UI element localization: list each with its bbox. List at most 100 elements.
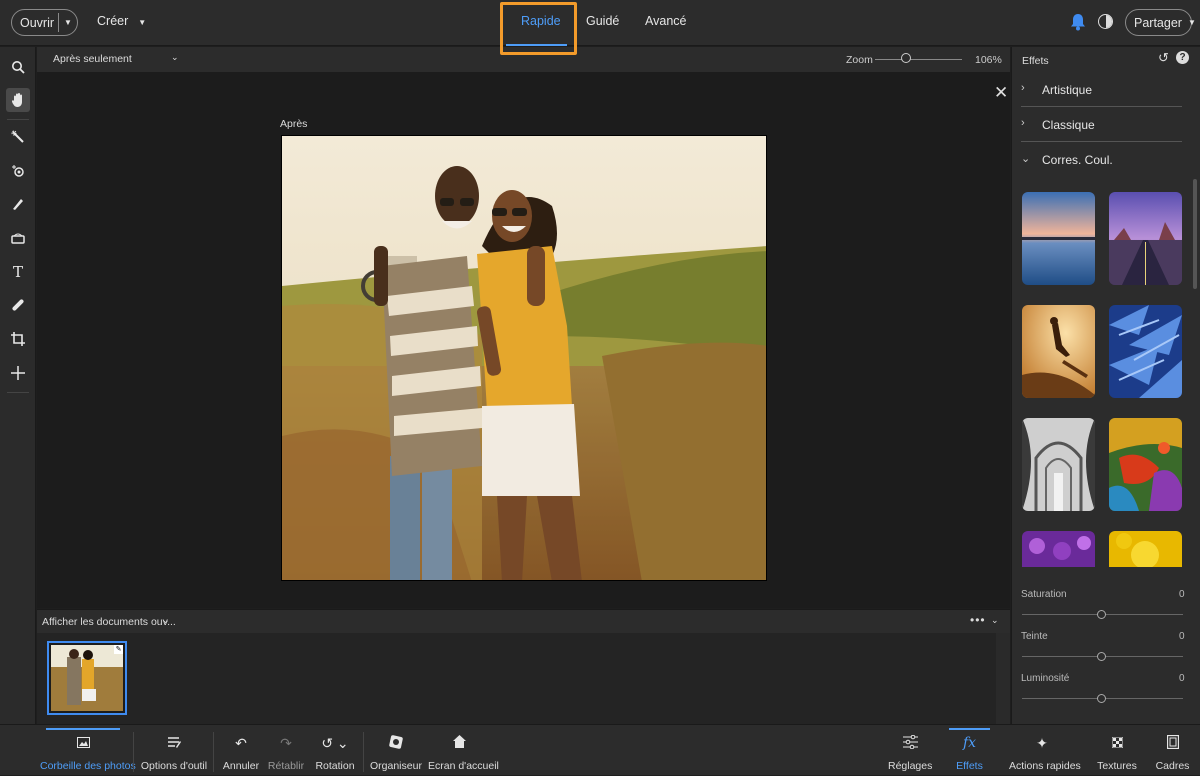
open-documents-select[interactable]: Afficher les documents ouv... <box>42 616 176 628</box>
category-corres-coul[interactable]: ⌄ Corres. Coul. <box>1021 143 1182 177</box>
whiten-teeth-icon[interactable] <box>6 192 30 216</box>
zoom-slider[interactable] <box>875 59 962 60</box>
effects-label: Effets <box>956 760 983 772</box>
brightness-slider-handle[interactable] <box>1097 694 1106 703</box>
bottom-divider <box>213 732 214 772</box>
sponge-icon[interactable] <box>6 226 30 250</box>
create-dropdown-icon[interactable]: ▼ <box>138 18 146 27</box>
collapse-icon[interactable]: ⌄ <box>991 615 999 626</box>
effect-desert-road[interactable] <box>1109 192 1182 285</box>
effect-blue-feathers[interactable] <box>1109 305 1182 398</box>
top-bar: Ouvrir ▼ Créer ▼ Rapide Guidé Avancé Part… <box>0 0 1200 55</box>
open-button-label[interactable]: Ouvrir <box>12 16 58 30</box>
effect-purple-flowers[interactable] <box>1022 531 1095 567</box>
share-dropdown-icon[interactable]: ▼ <box>1188 18 1196 27</box>
saturation-slider-handle[interactable] <box>1097 610 1106 619</box>
photo-thumbnail[interactable]: ✎ <box>47 641 127 715</box>
spot-healing-icon[interactable] <box>6 293 30 317</box>
undo-button[interactable]: ↶ Annuler <box>222 725 260 776</box>
create-menu-label[interactable]: Créer <box>97 14 128 28</box>
open-dropdown-icon[interactable]: ▼ <box>59 18 77 27</box>
share-button[interactable]: Partager ▼ <box>1125 9 1196 36</box>
zoom-slider-handle[interactable] <box>901 53 912 63</box>
category-classique[interactable]: › Classique <box>1021 108 1182 142</box>
crop-icon[interactable] <box>6 327 30 351</box>
quick-selection-icon[interactable] <box>6 125 30 149</box>
tool-divider <box>7 392 29 393</box>
brightness-value: 0 <box>1179 673 1185 684</box>
category-label: Artistique <box>1042 83 1093 97</box>
effect-yellow-flower[interactable] <box>1109 531 1182 567</box>
tab-avance[interactable]: Avancé <box>645 14 686 28</box>
effect-skateboarder[interactable] <box>1022 305 1095 398</box>
bell-icon[interactable] <box>1070 13 1086 31</box>
rotate-icon: ↺ ⌄ <box>321 735 349 751</box>
reset-icon[interactable]: ↺ <box>1158 50 1169 66</box>
chevron-right-icon: › <box>1021 82 1025 94</box>
photo-bin: ✎ <box>37 633 1010 724</box>
chevron-down-icon[interactable]: ⌄ <box>171 52 179 63</box>
tool-options-button[interactable]: Options d'outil <box>140 725 208 776</box>
bottom-divider <box>363 732 364 772</box>
effects-panel: Effets ↺ ? › Artistique › Classique ⌄ Co… <box>1011 47 1200 725</box>
hue-slider-handle[interactable] <box>1097 652 1106 661</box>
tool-bar: T <box>0 47 36 725</box>
more-options-icon[interactable]: ••• <box>970 613 986 627</box>
organizer-label: Organiseur <box>370 760 422 772</box>
adjustments-label: Réglages <box>888 760 933 772</box>
view-select-value[interactable]: Après seulement <box>53 53 132 65</box>
chevron-right-icon: › <box>1021 117 1025 129</box>
home-screen-button[interactable]: Ecran d'accueil <box>428 725 499 776</box>
theme-contrast-icon[interactable] <box>1098 14 1113 29</box>
photo-bin-label: Corbeille des photos <box>40 760 136 772</box>
tab-guide[interactable]: Guidé <box>586 14 619 28</box>
effect-cathedral-arches[interactable] <box>1022 418 1095 511</box>
undo-icon: ↶ <box>235 735 247 751</box>
organizer-icon <box>370 735 421 752</box>
effect-colorful-painting[interactable] <box>1109 418 1182 511</box>
effect-lake-sunset[interactable] <box>1022 192 1095 285</box>
move-icon[interactable] <box>6 361 30 385</box>
share-button-label[interactable]: Partager <box>1134 16 1182 30</box>
adjustments-button[interactable]: Réglages <box>888 725 932 776</box>
category-artistique[interactable]: › Artistique <box>1021 73 1182 107</box>
hand-icon[interactable] <box>6 88 30 112</box>
effects-button[interactable]: fx Effets <box>943 725 996 776</box>
rotate-button[interactable]: ↺ ⌄ Rotation <box>313 725 357 776</box>
frames-button[interactable]: Cadres <box>1155 725 1190 776</box>
redo-label: Rétablir <box>267 760 305 772</box>
rotate-label: Rotation <box>315 760 355 772</box>
zoom-icon[interactable] <box>6 55 30 79</box>
bottom-divider <box>133 732 134 772</box>
redo-button[interactable]: ↷ Rétablir <box>266 725 306 776</box>
textures-label: Textures <box>1097 760 1137 772</box>
frames-label: Cadres <box>1155 760 1190 772</box>
chevron-down-icon[interactable]: ⌄ <box>162 615 170 626</box>
create-menu[interactable]: Créer ▼ <box>97 14 146 28</box>
open-button[interactable]: Ouvrir ▼ <box>11 9 78 36</box>
highlight-box <box>500 2 577 55</box>
photo-bin-icon <box>40 735 126 751</box>
bottom-bar: Corbeille des photos Options d'outil ↶ A… <box>0 724 1200 775</box>
effects-scrollbar[interactable] <box>1193 179 1197 289</box>
photo-bin-scrollbar[interactable] <box>996 633 1010 724</box>
adjustments-icon <box>888 734 932 752</box>
undo-label: Annuler <box>222 760 260 772</box>
saturation-label: Saturation <box>1021 589 1067 600</box>
thumbnail-image <box>51 645 123 711</box>
fx-icon: fx <box>962 735 977 751</box>
help-icon[interactable]: ? <box>1176 51 1189 64</box>
zoom-label: Zoom <box>846 54 873 66</box>
quick-actions-button[interactable]: ✦ Actions rapides <box>1009 725 1081 776</box>
edited-photo[interactable] <box>281 135 767 581</box>
tool-options-label: Options d'outil <box>140 760 208 772</box>
close-icon[interactable]: ✕ <box>994 83 1008 103</box>
type-icon[interactable]: T <box>6 260 30 284</box>
organizer-button[interactable]: Organiseur <box>370 725 422 776</box>
view-select[interactable]: Après seulement ⌄ <box>53 52 179 65</box>
red-eye-icon[interactable] <box>6 159 30 183</box>
photo-bin-button[interactable]: Corbeille des photos <box>40 725 136 776</box>
redo-icon: ↷ <box>280 735 292 751</box>
zoom-value: 106% <box>975 54 1002 66</box>
textures-button[interactable]: Textures <box>1097 725 1137 776</box>
